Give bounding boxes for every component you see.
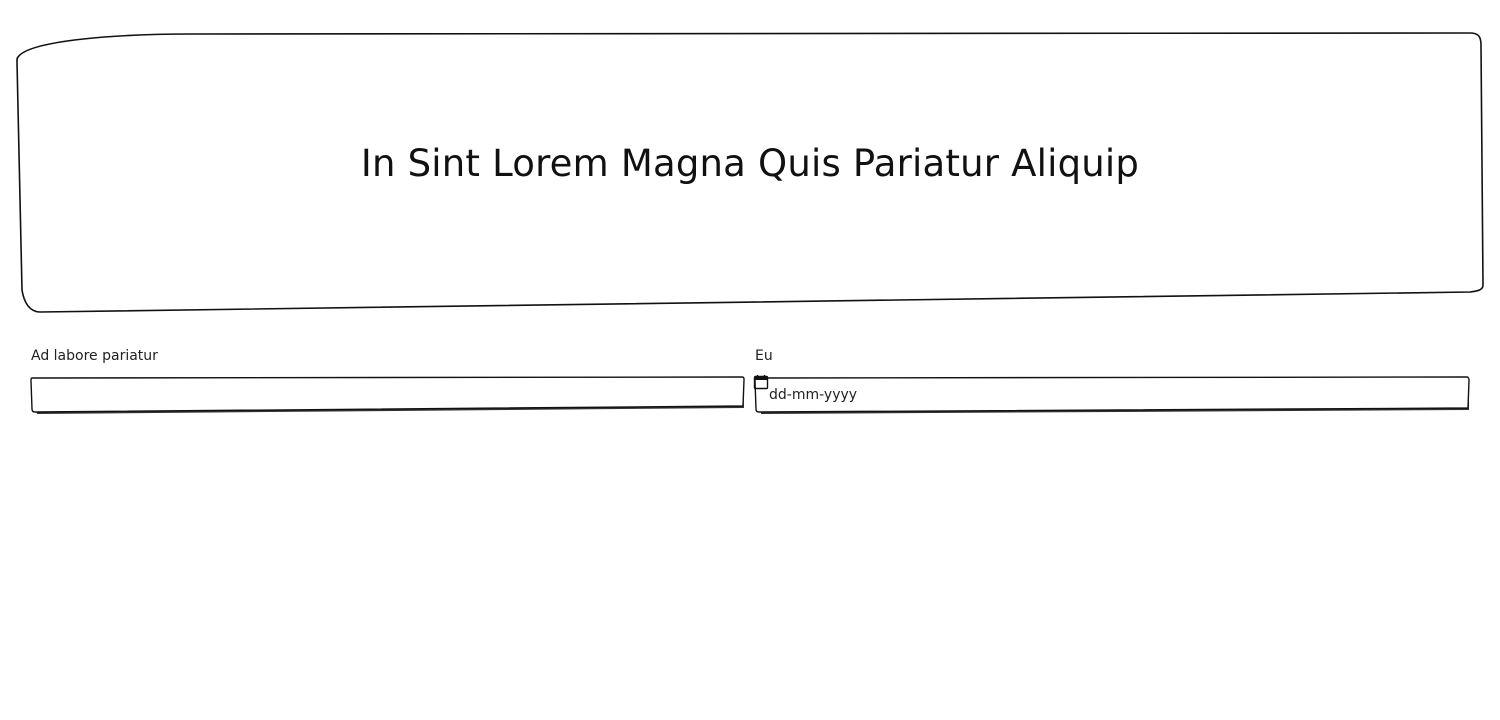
- hero-banner: In Sint Lorem Magna Quis Pariatur Aliqui…: [0, 0, 1500, 330]
- calendar-icon[interactable]: [753, 374, 769, 390]
- date-field-eu[interactable]: dd-mm-yyyy: [753, 374, 1472, 416]
- date-placeholder[interactable]: dd-mm-yyyy: [769, 385, 857, 405]
- field-label-eu: Eu: [755, 348, 773, 364]
- field-label-ad-labore-pariatur: Ad labore pariatur: [31, 348, 158, 364]
- text-field-ad-labore-pariatur[interactable]: [29, 374, 748, 416]
- text-input[interactable]: [35, 379, 739, 411]
- hero-title: In Sint Lorem Magna Quis Pariatur Aliqui…: [360, 142, 1140, 185]
- date-field-sketch-border: [754, 376, 1470, 414]
- page: In Sint Lorem Magna Quis Pariatur Aliqui…: [0, 0, 1500, 720]
